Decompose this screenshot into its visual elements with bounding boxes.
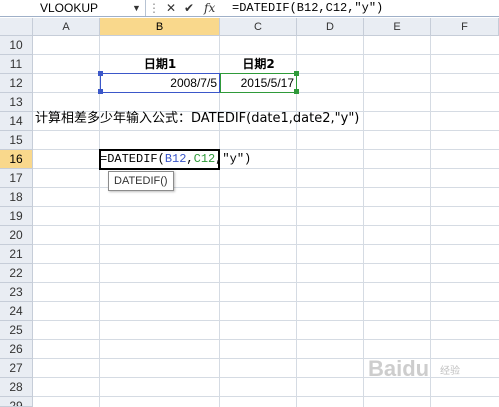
more-icon: ⋮ [148,1,160,15]
row-header[interactable]: 28 [0,378,33,397]
grid-line [363,36,364,407]
row-header[interactable]: 13 [0,93,33,112]
row-header[interactable]: 21 [0,245,33,264]
name-box[interactable]: VLOOKUP [0,0,146,16]
column-header-e[interactable]: E [364,18,431,36]
range-handle[interactable] [294,89,299,94]
formula-input[interactable]: =DATEDIF(B12,C12,"y") [232,0,383,16]
row-header[interactable]: 24 [0,302,33,321]
range-handle[interactable] [98,71,103,76]
cell-edit-text[interactable]: =DATEDIF(B12,C12,"y") [100,150,251,169]
column-header-d[interactable]: D [297,18,364,36]
column-header-c[interactable]: C [220,18,297,36]
row-header[interactable]: 15 [0,131,33,150]
row-header[interactable]: 20 [0,226,33,245]
column-header-f[interactable]: F [431,18,499,36]
function-tooltip[interactable]: DATEDIF() [108,171,174,191]
row-header[interactable]: 11 [0,55,33,74]
cell-c11[interactable]: 日期2 [220,55,297,74]
cell-b11[interactable]: 日期1 [100,55,220,74]
formula-buttons: ⋮ ✕ ✔ fx [148,0,228,16]
row-header[interactable]: 26 [0,340,33,359]
row-header[interactable]: 18 [0,188,33,207]
column-header-b[interactable]: B [100,18,220,36]
select-all-corner[interactable] [0,18,33,36]
row-header[interactable]: 14 [0,112,33,131]
insert-function-icon[interactable]: fx [204,0,215,16]
row-header[interactable]: 12 [0,74,33,93]
grid-line [430,36,431,407]
row-header[interactable]: 10 [0,36,33,55]
formula-bar: VLOOKUP ▼ ⋮ ✕ ✔ fx =DATEDIF(B12,C12,"y") [0,0,499,17]
range-handle[interactable] [294,71,299,76]
row-header[interactable]: 17 [0,169,33,188]
enter-icon[interactable]: ✔ [184,0,194,16]
row-header[interactable]: 16 [0,150,33,169]
row-header[interactable]: 19 [0,207,33,226]
watermark-sub: 经验 [440,366,460,377]
cancel-icon[interactable]: ✕ [166,0,176,16]
row-header[interactable]: 22 [0,264,33,283]
reference-range-b12 [100,73,220,93]
row-header[interactable]: 27 [0,359,33,378]
range-handle[interactable] [98,89,103,94]
row-header[interactable]: 23 [0,283,33,302]
column-header-a[interactable]: A [33,18,100,36]
row-header[interactable]: 25 [0,321,33,340]
row-header[interactable]: 29 [0,397,33,407]
reference-range-c12 [220,73,297,93]
watermark-logo: Baidu [368,356,430,381]
cell-a14[interactable]: 计算相差多少年输入公式：DATEDIF(date1,date2,"y") [35,109,359,128]
name-box-dropdown-icon[interactable]: ▼ [132,0,141,16]
